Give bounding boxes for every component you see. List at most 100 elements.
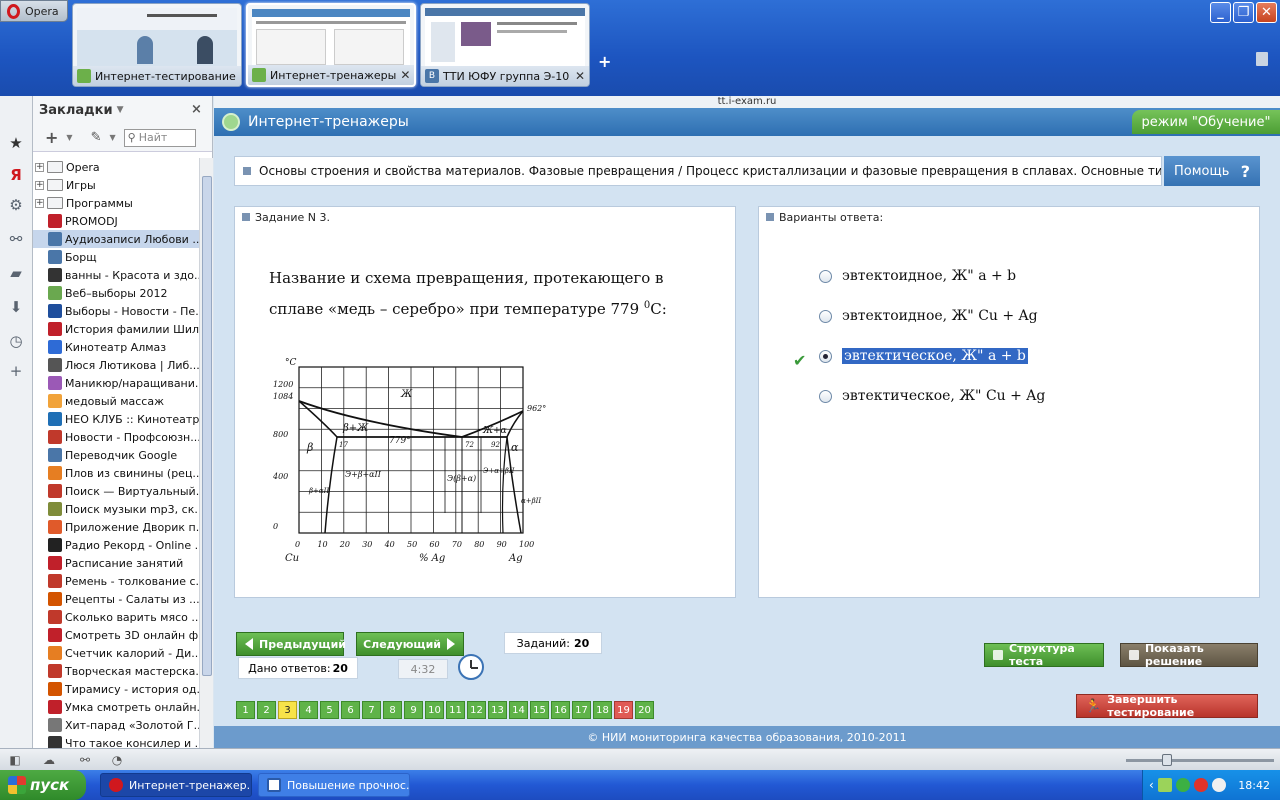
- bookmark-item[interactable]: Творческая мастерска...: [33, 662, 199, 680]
- panel-toggle-icon[interactable]: ◧: [8, 753, 22, 767]
- bookmark-item[interactable]: Умка смотреть онлайн...: [33, 698, 199, 716]
- page-5-button[interactable]: 5: [320, 701, 339, 719]
- bookmark-item[interactable]: Счетчик калорий - Ди...: [33, 644, 199, 662]
- speed-dial-icon[interactable]: ◔: [110, 753, 124, 767]
- bookmarks-scrollbar[interactable]: [199, 158, 213, 748]
- minimize-button[interactable]: _: [1210, 2, 1231, 23]
- bookmark-item[interactable]: ванны - Красота и здо...: [33, 266, 199, 284]
- address-bar[interactable]: tt.i-exam.ru: [214, 96, 1280, 108]
- close-tab-icon[interactable]: ✕: [240, 69, 241, 83]
- test-structure-button[interactable]: Структура теста: [984, 642, 1104, 668]
- taskbar-button-opera[interactable]: Интернет-тренажер...: [100, 773, 252, 797]
- bookmark-folder[interactable]: + Программы: [33, 194, 199, 212]
- answer-option[interactable]: эвтектическое, Ж" Cu + Ag: [819, 385, 1045, 407]
- new-tab-button[interactable]: +: [598, 52, 611, 71]
- yandex-icon[interactable]: Я: [7, 166, 25, 184]
- answer-radio[interactable]: [819, 269, 832, 283]
- zoom-slider-knob[interactable]: [1162, 754, 1172, 766]
- cloud-icon[interactable]: ☁: [42, 753, 56, 767]
- page-20-button[interactable]: 20: [635, 701, 654, 719]
- bookmark-item[interactable]: Что такое консилер и ...: [33, 734, 199, 748]
- page-11-button[interactable]: 11: [446, 701, 465, 719]
- expand-icon[interactable]: +: [35, 198, 44, 208]
- answer-radio[interactable]: [819, 389, 832, 403]
- bookmark-item[interactable]: Аудиозаписи Любови ...: [33, 230, 199, 248]
- downloads-icon[interactable]: ⬇: [7, 298, 25, 316]
- bookmark-item[interactable]: Люся Лютикова | Либ...: [33, 356, 199, 374]
- page-10-button[interactable]: 10: [425, 701, 444, 719]
- opera-menu-button[interactable]: Opera: [0, 0, 68, 22]
- page-6-button[interactable]: 6: [341, 701, 360, 719]
- zoom-slider[interactable]: [1126, 759, 1274, 762]
- bookmark-item[interactable]: Маникюр/наращивани...: [33, 374, 199, 392]
- taskbar-button-word[interactable]: Повышение прочнос...: [258, 773, 410, 797]
- answer-option[interactable]: эвтектоидное, Ж" a + b: [819, 265, 1016, 287]
- bookmark-item[interactable]: Ремень - толкование с...: [33, 572, 199, 590]
- finish-testing-button[interactable]: 🏃 Завершить тестирование: [1076, 693, 1258, 719]
- expand-icon[interactable]: +: [35, 162, 44, 172]
- bookmark-item[interactable]: медовый массаж: [33, 392, 199, 410]
- page-12-button[interactable]: 12: [467, 701, 486, 719]
- close-panel-icon[interactable]: ×: [191, 102, 202, 117]
- page-9-button[interactable]: 9: [404, 701, 423, 719]
- bookmark-item[interactable]: PROMODJ: [33, 212, 199, 230]
- page-16-button[interactable]: 16: [551, 701, 570, 719]
- page-3-button[interactable]: 3: [278, 701, 297, 719]
- bookmark-item[interactable]: Веб–выборы 2012: [33, 284, 199, 302]
- speaker-icon[interactable]: [1211, 778, 1226, 792]
- answer-radio[interactable]: [819, 349, 832, 363]
- page-17-button[interactable]: 17: [572, 701, 591, 719]
- opera-tray-icon[interactable]: [1193, 778, 1208, 792]
- chevron-down-icon[interactable]: ▼: [66, 133, 72, 142]
- scrollbar-thumb[interactable]: [202, 176, 212, 676]
- turbo-icon[interactable]: ⚯: [78, 753, 92, 767]
- chevron-down-icon[interactable]: ▼: [117, 105, 124, 115]
- bookmark-item[interactable]: Выборы - Новости - Пе...: [33, 302, 199, 320]
- answer-option[interactable]: эвтектическое, Ж" a + b: [819, 345, 1028, 367]
- page-1-button[interactable]: 1: [236, 701, 255, 719]
- tab-tti-group[interactable]: B ТТИ ЮФУ группа Э-10 ✕: [420, 3, 590, 87]
- page-2-button[interactable]: 2: [257, 701, 276, 719]
- chevron-left-icon[interactable]: ‹: [1149, 778, 1154, 792]
- bookmark-folder[interactable]: + Opera: [33, 158, 199, 176]
- page-8-button[interactable]: 8: [383, 701, 402, 719]
- start-button[interactable]: пуск: [0, 770, 86, 800]
- bookmarks-star-icon[interactable]: ★: [7, 134, 25, 152]
- bookmark-item[interactable]: Поиск музыки mp3, ск...: [33, 500, 199, 518]
- show-solution-button[interactable]: Показать решение: [1120, 642, 1258, 668]
- close-window-button[interactable]: ✕: [1256, 2, 1277, 23]
- close-tab-icon[interactable]: ✕: [575, 69, 585, 83]
- page-7-button[interactable]: 7: [362, 701, 381, 719]
- trash-icon[interactable]: [1256, 52, 1268, 66]
- expand-icon[interactable]: +: [35, 180, 44, 190]
- bookmark-item[interactable]: Тирамису - история од...: [33, 680, 199, 698]
- tab-internet-testing[interactable]: Интернет-тестирование ✕: [72, 3, 242, 87]
- bookmark-item[interactable]: Приложение Дворик п...: [33, 518, 199, 536]
- maximize-button[interactable]: ❐: [1233, 2, 1254, 23]
- bookmark-item[interactable]: Смотреть 3D онлайн ф...: [33, 626, 199, 644]
- bookmarks-search-input[interactable]: ⚲ Найт: [123, 128, 196, 147]
- answer-radio[interactable]: [819, 309, 832, 323]
- page-18-button[interactable]: 18: [593, 701, 612, 719]
- bookmark-item[interactable]: Поиск — Виртуальный...: [33, 482, 199, 500]
- chevron-down-icon[interactable]: ▼: [109, 133, 115, 142]
- bookmark-item[interactable]: Хит-парад «Золотой Г...: [33, 716, 199, 734]
- page-13-button[interactable]: 13: [488, 701, 507, 719]
- previous-button[interactable]: Предыдущий: [236, 632, 346, 656]
- bookmark-item[interactable]: Сколько варить мясо ...: [33, 608, 199, 626]
- network-icon[interactable]: [1157, 778, 1172, 792]
- antivirus-icon[interactable]: [1175, 778, 1190, 792]
- bookmark-folder[interactable]: + Игры: [33, 176, 199, 194]
- page-19-button[interactable]: 19: [614, 701, 633, 719]
- next-button[interactable]: Следующий: [356, 632, 464, 656]
- notes-icon[interactable]: ▰: [7, 264, 25, 282]
- history-icon[interactable]: ◷: [7, 332, 25, 350]
- bookmark-item[interactable]: Переводчик Google: [33, 446, 199, 464]
- bookmark-item[interactable]: Радио Рекорд - Online ...: [33, 536, 199, 554]
- bookmark-item[interactable]: История фамилии Шил...: [33, 320, 199, 338]
- bookmark-item[interactable]: Рецепты - Салаты из ...: [33, 590, 199, 608]
- bookmark-item[interactable]: НЕО КЛУБ :: Кинотеатр: [33, 410, 199, 428]
- bookmark-item[interactable]: Борщ: [33, 248, 199, 266]
- help-button[interactable]: Помощь ?: [1164, 156, 1260, 186]
- gear-icon[interactable]: ⚙: [7, 196, 25, 214]
